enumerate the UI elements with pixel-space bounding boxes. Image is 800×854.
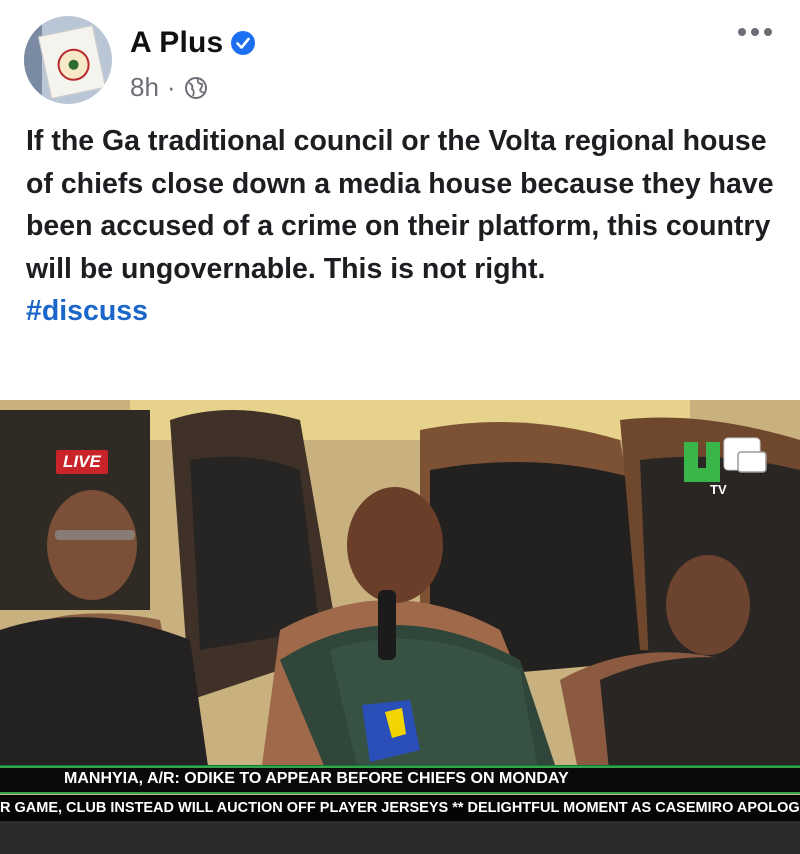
news-ticker: R GAME, CLUB INSTEAD WILL AUCTION OFF PL… bbox=[0, 795, 800, 821]
post-header: A Plus 8h · bbox=[0, 0, 800, 110]
verified-badge-icon bbox=[231, 31, 256, 55]
video-player[interactable]: LIVE TV MANHYIA, A/R: ODIKE TO APPEAR BE… bbox=[0, 400, 800, 854]
post-body: If the Ga traditional council or the Vol… bbox=[26, 120, 786, 333]
channel-logo-text: TV bbox=[710, 482, 727, 496]
video-bottom-strip bbox=[0, 821, 800, 854]
avatar-background bbox=[24, 16, 42, 104]
avatar[interactable] bbox=[24, 16, 112, 104]
author-row: A Plus bbox=[130, 26, 256, 60]
author-name[interactable]: A Plus bbox=[130, 26, 223, 60]
ticker-text: R GAME, CLUB INSTEAD WILL AUCTION OFF PL… bbox=[0, 800, 800, 816]
channel-logo: TV bbox=[684, 437, 767, 496]
meta-separator: · bbox=[166, 72, 176, 102]
headline-bar: MANHYIA, A/R: ODIKE TO APPEAR BEFORE CHI… bbox=[0, 766, 800, 794]
post-message: If the Ga traditional council or the Vol… bbox=[26, 125, 774, 285]
globe-icon bbox=[184, 76, 207, 99]
avatar-flag-image bbox=[37, 24, 107, 100]
hashtag-link[interactable]: #discuss bbox=[26, 290, 786, 333]
live-badge: LIVE bbox=[56, 450, 108, 474]
post-meta: 8h · bbox=[130, 72, 208, 103]
post-time[interactable]: 8h bbox=[130, 72, 159, 103]
headline-text: MANHYIA, A/R: ODIKE TO APPEAR BEFORE CHI… bbox=[64, 770, 569, 787]
more-options-icon[interactable] bbox=[738, 28, 772, 36]
